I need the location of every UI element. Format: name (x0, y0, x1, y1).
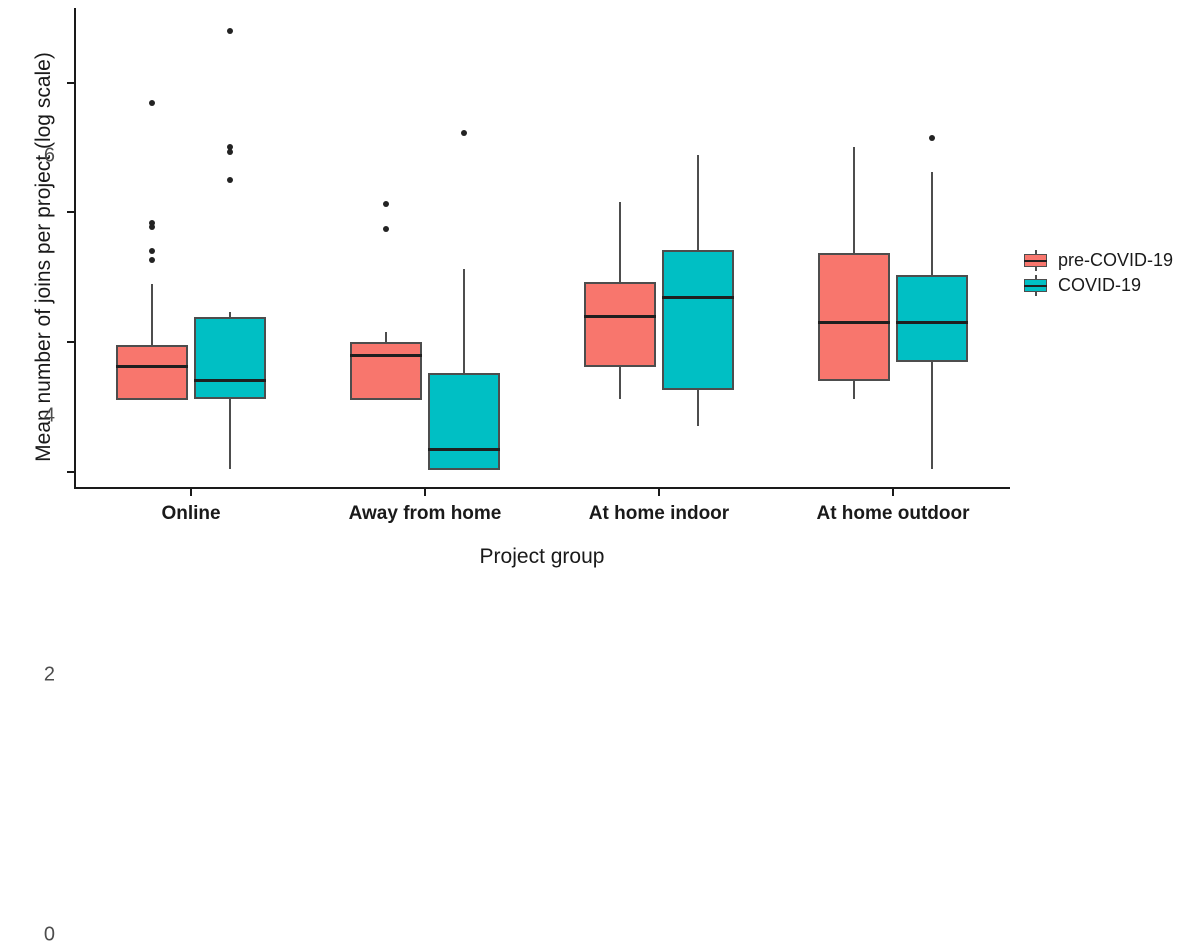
whisker-upper (619, 201, 621, 282)
outlier-point (227, 176, 233, 183)
whisker-lower (229, 399, 231, 469)
outlier-point (149, 100, 155, 107)
whisker-upper (463, 269, 465, 373)
whisker-upper (853, 147, 855, 253)
whisker-lower (931, 361, 933, 470)
outlier-point (149, 248, 155, 255)
outlier-point (149, 223, 155, 230)
box (662, 249, 734, 391)
x-tick-mark (658, 489, 660, 496)
boxplot-figure: Mean number of joins per project (log sc… (0, 0, 1200, 945)
median-line (662, 296, 734, 300)
y-axis-line (74, 8, 76, 488)
outlier-point (383, 200, 389, 207)
x-tick-label: Online (161, 503, 221, 524)
whisker-upper (385, 331, 387, 343)
y-tick-mark: 4 (44, 211, 74, 426)
outlier-point (149, 256, 155, 263)
median-line (350, 353, 422, 357)
legend-key-icon (1024, 250, 1047, 271)
x-tick-label: Away from home (348, 503, 502, 524)
median-line (818, 321, 890, 325)
box (350, 342, 422, 401)
x-axis-title: Project group (479, 545, 605, 568)
y-tick-label: 2 (43, 663, 55, 686)
y-tick-mark: 2 (44, 341, 74, 686)
whisker-lower (697, 390, 699, 426)
box (194, 317, 266, 400)
median-line (194, 379, 266, 383)
y-axis-title: Mean number of joins per project (log sc… (32, 52, 55, 462)
whisker-upper (931, 172, 933, 276)
median-line (428, 447, 500, 451)
legend-key-icon (1024, 275, 1047, 296)
plot-panel: 0 2 4 6 Online Away from home At home indoor A… (44, 8, 1010, 945)
legend: pre-COVID-19 COVID-19 (1024, 248, 1173, 298)
box (818, 252, 890, 381)
outlier-point (461, 130, 467, 137)
outlier-point (227, 149, 233, 155)
y-tick-mark: 0 (44, 470, 74, 945)
legend-item[interactable]: pre-COVID-19 (1024, 248, 1173, 273)
legend-label: pre-COVID-19 (1058, 250, 1174, 270)
median-line (584, 314, 656, 318)
box (428, 372, 500, 471)
y-tick-label: 6 (43, 144, 55, 167)
x-axis-line (74, 487, 1010, 489)
x-tick-label: At home outdoor (816, 503, 970, 524)
legend-label: COVID-19 (1058, 275, 1142, 295)
box (116, 345, 188, 401)
outlier-point (383, 225, 389, 232)
x-tick-label: At home indoor (588, 503, 730, 524)
whisker-lower (853, 380, 855, 400)
box (896, 275, 968, 362)
y-tick-label: 0 (43, 923, 55, 946)
outlier-point (227, 28, 233, 35)
y-tick-mark: 6 (44, 81, 74, 167)
median-line (116, 365, 188, 369)
legend-item[interactable]: COVID-19 (1024, 273, 1173, 298)
box (584, 281, 656, 367)
whisker-upper (151, 284, 153, 346)
median-line (896, 321, 968, 325)
x-tick-mark (892, 489, 894, 496)
whisker-upper (697, 155, 699, 250)
whisker-lower (619, 366, 621, 400)
x-tick-mark (424, 489, 426, 496)
x-tick-mark (190, 489, 192, 496)
outlier-point (929, 134, 935, 141)
y-tick-label: 4 (43, 404, 55, 427)
